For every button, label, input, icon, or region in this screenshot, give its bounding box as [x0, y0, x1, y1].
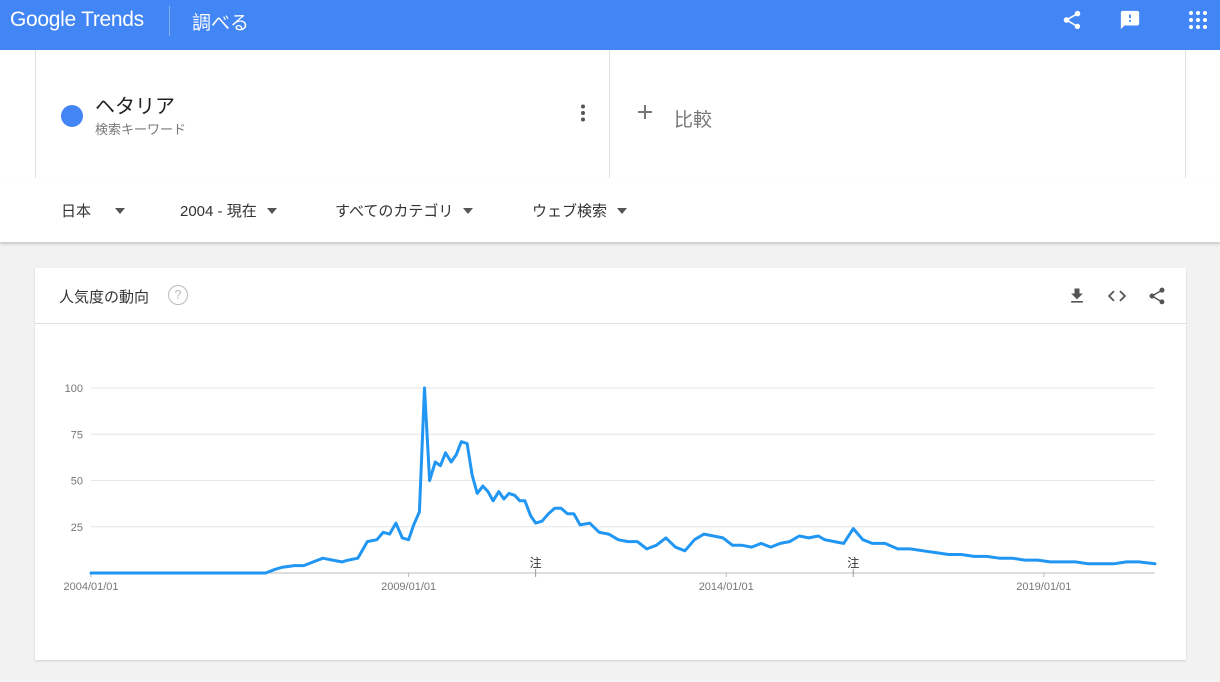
search-term-name[interactable]: ヘタリア	[95, 90, 175, 119]
more-vert-icon[interactable]	[574, 102, 592, 124]
region-filter-label: 日本	[61, 203, 92, 220]
dropdown-caret-icon	[617, 207, 628, 214]
top-app-bar: Google Trends 調べる	[0, 0, 1220, 50]
add-icon[interactable]	[636, 102, 654, 126]
note-label: 注	[530, 555, 542, 570]
category-filter-label: すべてのカテゴリ	[335, 203, 454, 220]
region-filter[interactable]: 日本	[61, 200, 126, 221]
feedback-icon[interactable]	[1117, 7, 1143, 33]
apps-grid-icon[interactable]	[1185, 7, 1211, 33]
property-filter-label: ウェブ検索	[532, 203, 608, 220]
explore-terms-panel: ヘタリア 検索キーワード 比較	[0, 50, 1220, 228]
share-icon[interactable]	[1059, 7, 1085, 33]
section-title: 調べる	[192, 13, 250, 34]
search-term-card[interactable]: ヘタリア 検索キーワード	[35, 50, 610, 178]
y-tick-label: 50	[71, 476, 83, 488]
google-trends-logo[interactable]: Google Trends	[10, 8, 144, 32]
dropdown-caret-icon	[266, 207, 277, 214]
y-tick-label: 75	[71, 429, 83, 441]
note-label: 注	[847, 555, 859, 570]
property-filter[interactable]: ウェブ検索	[532, 200, 628, 221]
compare-term-card[interactable]: 比較	[610, 50, 1186, 178]
search-term-type: 検索キーワード	[95, 122, 187, 137]
filter-bar: 日本 2004 - 現在 すべてのカテゴリ ウェブ検索	[0, 178, 1220, 242]
x-tick-label: 2009/01/01	[381, 581, 436, 593]
compare-label[interactable]: 比較	[674, 105, 712, 132]
time-filter-label: 2004 - 現在	[180, 203, 257, 220]
dropdown-caret-icon	[463, 207, 474, 214]
time-filter[interactable]: 2004 - 現在	[180, 200, 277, 221]
x-tick-label: 2004/01/01	[63, 581, 118, 593]
category-filter[interactable]: すべてのカテゴリ	[335, 200, 474, 221]
y-tick-label: 25	[71, 522, 83, 534]
x-tick-label: 2014/01/01	[699, 581, 754, 593]
x-tick-label: 2019/01/01	[1016, 581, 1071, 593]
term-color-dot	[61, 105, 83, 127]
y-tick-label: 100	[65, 383, 83, 395]
interest-line-chart: 25 50 75 100 2004/01/01 2009/01/01 2014/01/01 2…	[63, 383, 1157, 593]
interest-over-time-card: 人気度の動向 ? 25 50 75 100 2004/01/01 2009/01/01 20…	[35, 268, 1186, 660]
dropdown-caret-icon	[115, 207, 126, 214]
logo-divider	[169, 6, 170, 36]
